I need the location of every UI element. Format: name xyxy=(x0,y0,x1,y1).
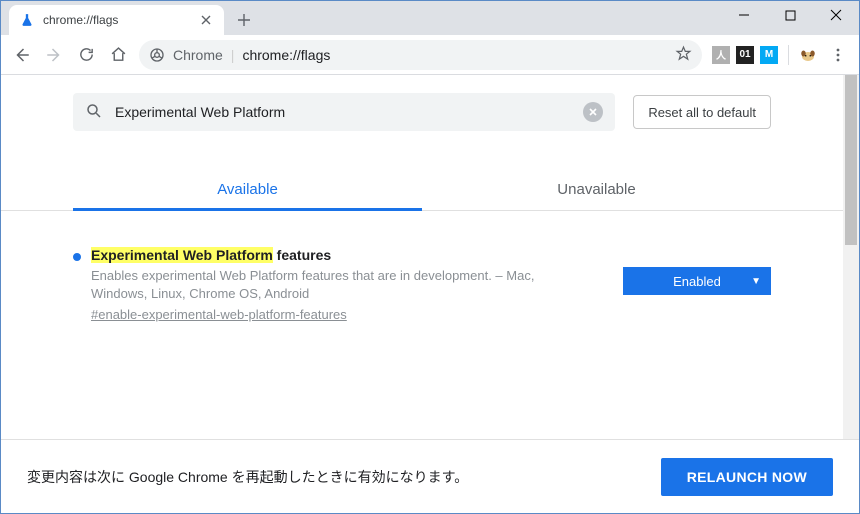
extension-pdf-icon[interactable]: 人 xyxy=(712,46,730,64)
titlebar: chrome://flags xyxy=(1,1,859,35)
minimize-button[interactable] xyxy=(721,1,767,29)
extension-dog-icon[interactable] xyxy=(799,46,817,64)
chrome-icon xyxy=(149,47,165,63)
flag-title-highlight: Experimental Web Platform xyxy=(91,247,273,263)
omnibox[interactable]: Chrome | chrome://flags xyxy=(139,40,702,70)
flags-search-box[interactable] xyxy=(73,93,615,131)
clear-search-icon[interactable] xyxy=(583,102,603,122)
extension-01-icon[interactable]: 01 xyxy=(736,46,754,64)
omnibox-path: chrome://flags xyxy=(242,47,330,63)
extension-icons: 人 01 M xyxy=(708,45,821,65)
scrollbar-thumb[interactable] xyxy=(845,75,857,245)
forward-button[interactable] xyxy=(39,40,69,70)
back-button[interactable] xyxy=(7,40,37,70)
tab-unavailable[interactable]: Unavailable xyxy=(422,171,771,210)
restart-bar: 変更内容は次に Google Chrome を再起動したときに有効になります。 … xyxy=(1,439,859,513)
omnibox-separator: | xyxy=(231,47,235,63)
star-icon[interactable] xyxy=(675,45,692,65)
vertical-scrollbar[interactable] xyxy=(843,75,859,439)
maximize-button[interactable] xyxy=(767,1,813,29)
close-tab-icon[interactable] xyxy=(198,12,214,28)
reset-all-button[interactable]: Reset all to default xyxy=(633,95,771,129)
home-button[interactable] xyxy=(103,40,133,70)
flag-description: Enables experimental Web Platform featur… xyxy=(91,267,593,303)
flag-title-rest: features xyxy=(273,247,331,263)
new-tab-button[interactable] xyxy=(230,6,258,34)
reload-button[interactable] xyxy=(71,40,101,70)
toolbar: Chrome | chrome://flags 人 01 M xyxy=(1,35,859,75)
flag-id-link[interactable]: #enable-experimental-web-platform-featur… xyxy=(91,307,347,322)
close-window-button[interactable] xyxy=(813,1,859,29)
flags-tabs: Available Unavailable xyxy=(1,171,843,211)
tab-title: chrome://flags xyxy=(43,13,198,27)
extension-m-icon[interactable]: M xyxy=(760,46,778,64)
relaunch-button[interactable]: RELAUNCH NOW xyxy=(661,458,833,496)
browser-window: chrome://flags Chrome | chrome://flags xyxy=(0,0,860,514)
content-area: Reset all to default Available Unavailab… xyxy=(1,75,859,439)
browser-tab[interactable]: chrome://flags xyxy=(9,5,224,35)
restart-message: 変更内容は次に Google Chrome を再起動したときに有効になります。 xyxy=(27,467,468,487)
flags-search-input[interactable] xyxy=(113,103,583,121)
chevron-down-icon: ▼ xyxy=(751,276,761,287)
flag-title: Experimental Web Platform features xyxy=(91,247,593,263)
toolbar-separator xyxy=(788,45,789,65)
tab-available[interactable]: Available xyxy=(73,171,422,210)
page-content: Reset all to default Available Unavailab… xyxy=(1,75,843,439)
flag-indicator-dot xyxy=(73,253,81,261)
flask-icon xyxy=(19,12,35,28)
flag-item: Experimental Web Platform features Enabl… xyxy=(1,211,843,322)
search-icon xyxy=(85,102,103,123)
window-controls xyxy=(721,1,859,29)
flag-state-value: Enabled xyxy=(673,274,721,289)
menu-button[interactable] xyxy=(823,40,853,70)
omnibox-origin: Chrome xyxy=(173,47,223,63)
flag-state-select[interactable]: Enabled ▼ xyxy=(623,267,771,295)
